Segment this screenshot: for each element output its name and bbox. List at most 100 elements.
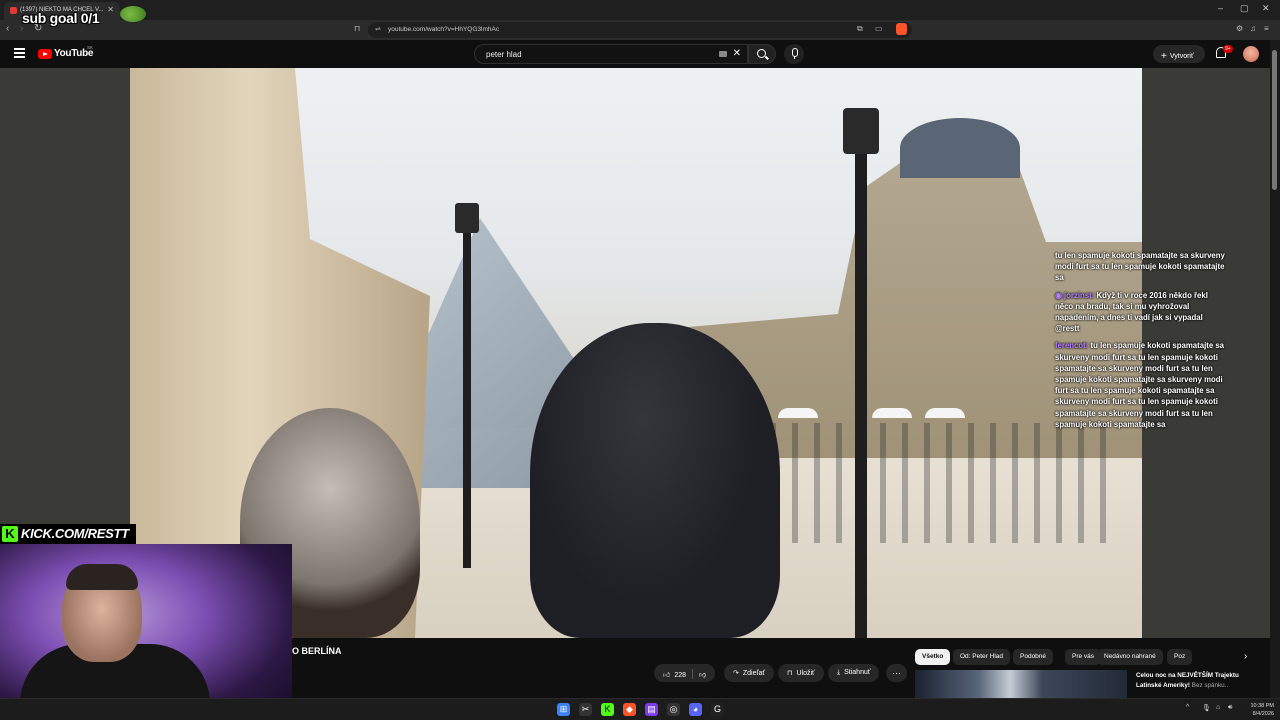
tray-chevron-up-icon[interactable]: ^ [1186,704,1189,711]
keyboard-icon[interactable] [719,51,727,57]
streamer-hair [66,564,138,590]
create-button[interactable]: + Vytvoriť [1153,45,1205,63]
save-icon: ⊓ [787,670,793,677]
umbrella [778,408,818,418]
url-field[interactable]: ⇌ youtube.com/watch?v=HhYQG3lmhAc [368,22,912,38]
street-lamp [455,203,479,568]
more-actions-button[interactable]: ⋯ [886,664,907,682]
network-icon[interactable]: ⌂ [1216,704,1220,711]
extensions-icon[interactable]: ⚙ [1236,24,1243,33]
chat-message: ◉ jorzinst: Když ti v roce 2016 někdo ře… [1055,290,1227,335]
chip-more[interactable]: Poz [1167,649,1193,665]
chat-text: tu len spamuje kokoti spamatajte sa skur… [1055,251,1225,283]
voice-search-icon[interactable] [784,44,804,64]
person-cap [530,323,780,638]
kick-banner: K KICK.COM/RESTT [0,524,136,544]
umbrella [925,408,965,418]
plus-icon: + [1161,51,1167,62]
hamburger-menu-icon[interactable] [14,48,25,58]
microphone-icon[interactable]: 🎙︎ [1202,704,1211,712]
notification-badge: 9+ [1223,45,1233,53]
search-query: peter hlad [486,50,522,59]
chat-user: ferencot: [1055,341,1089,351]
chip-from-channel[interactable]: Od: Peter Hlad [953,649,1010,665]
chevron-right-icon[interactable]: › [1244,651,1247,662]
share-button[interactable]: ↷ Zdieľať [724,664,775,682]
kick-url: KICK.COM/RESTT [21,526,129,541]
scrollbar-thumb[interactable] [1272,50,1277,190]
recommendation-thumbnail[interactable] [915,670,1127,698]
webcam-overlay [0,544,292,720]
youtube-logo-icon[interactable] [38,49,52,59]
snipping-tool-icon[interactable]: ✂ [579,703,592,716]
windows-taskbar: ⊞ ✂ K ◆ ▤ ◎ ◕ G ^ 🎙︎ ⌂ 🔊︎ 10:38 PM 8/4/2… [0,698,1280,720]
close-window-icon[interactable]: ✕ [1262,3,1270,14]
brave-browser-icon[interactable]: ◆ [623,703,636,716]
kick-logo-icon: K [2,526,18,542]
sub-goal-overlay: sub goal 0/1 [22,10,100,26]
like-count[interactable]: 228 [674,672,686,679]
youtube-favicon-icon [10,7,17,14]
site-info-icon[interactable]: ⇌ [375,25,381,33]
twitch-icon[interactable]: ▤ [645,703,658,716]
pepe-emote-icon [120,6,146,22]
chip-related[interactable]: Podobné [1013,649,1054,665]
obs-icon[interactable]: ◎ [667,703,680,716]
street-lamp [843,108,879,638]
youtube-header: YouTube SK peter hlad ✕ + Vytvoriť 9+ [0,40,1280,68]
like-dislike-group: 👍︎ 228 👎︎ [654,664,716,682]
avatar[interactable] [1243,46,1259,62]
dislike-icon[interactable]: 👎︎ [699,672,706,679]
create-label: Vytvoriť [1169,53,1194,60]
save-label: Uložiť [796,670,815,677]
download-icon: ⤓ [837,669,841,676]
search-input[interactable]: peter hlad ✕ [474,44,748,64]
country-code: SK [87,45,94,50]
chat-username: jorzinst [1063,290,1092,300]
download-button[interactable]: ⤓ Stiahnuť [828,664,880,682]
address-bar-row: ‹ › ↻ ⊓ ⇌ youtube.com/watch?v=HhYQG3lmhA… [0,20,1280,40]
palace-dome [900,118,1020,178]
page-scrollbar[interactable] [1270,40,1280,698]
url-text: youtube.com/watch?v=HhYQG3lmhAc [388,26,500,33]
discord-icon[interactable]: ◕ [689,703,702,716]
clear-search-icon[interactable]: ✕ [733,48,741,59]
tab-close-icon[interactable]: ✕ [107,5,114,14]
kick-app-icon[interactable]: K [601,703,614,716]
share-icon: ↷ [733,670,739,677]
minimize-icon[interactable]: – [1218,3,1223,13]
like-icon[interactable]: 👍︎ [663,672,670,679]
search-icon [757,49,766,58]
search-button[interactable] [748,44,776,64]
clock-date: 8/4/2026 [1252,711,1274,717]
save-button[interactable]: ⊓ Uložiť [778,664,824,682]
video-title: O BERLÍNA [292,646,342,656]
chip-recently-uploaded[interactable]: Nedávno nahrané [1097,649,1163,665]
download-label: Stiahnuť [844,669,871,676]
browser-tab-bar: (1397) NIEKTO MA CHCEL V... ✕ + – ▢ ✕ [0,0,1280,20]
back-icon[interactable]: ‹ [6,23,9,34]
bookmark-icon[interactable]: ⊓ [354,24,360,33]
stream-chat-overlay: tu len spamuje kokoti spamatajte sa skur… [1055,250,1227,436]
chat-message: ferencot: tu len spamuje kokoti spamataj… [1055,340,1227,430]
brave-shield-icon[interactable] [896,23,907,35]
clock-time: 10:38 PM [1250,703,1274,709]
chat-message: tu len spamuje kokoti spamatajte sa skur… [1055,250,1227,284]
system-clock[interactable]: 10:38 PM 8/4/2026 [1244,702,1274,718]
chat-text: tu len spamuje kokoti spamatajte sa skur… [1055,341,1225,429]
cast-icon[interactable]: ▭ [875,24,883,33]
more-icon: ⋯ [892,668,901,678]
app-icon[interactable]: G [711,703,724,716]
media-icon[interactable]: ♫ [1250,24,1256,33]
chip-all[interactable]: Všetko [915,649,951,665]
recommendation-title-suffix: Bez spánku.. [1191,681,1229,689]
windows-start-icon[interactable]: ⊞ [557,703,570,716]
crowd [770,423,1110,543]
maximize-icon[interactable]: ▢ [1240,3,1249,14]
translate-icon[interactable]: ⧉ [857,24,863,34]
volume-icon[interactable]: 🔊︎ [1228,704,1232,712]
chip-for-you[interactable]: Pre vás [1065,649,1102,665]
menu-icon[interactable]: ≡ [1264,24,1269,33]
share-label: Zdieľať [742,670,766,677]
recommendation-title[interactable]: Celou noc na NEJVĚTŠÍM Trajektu Latinské… [1136,671,1266,690]
